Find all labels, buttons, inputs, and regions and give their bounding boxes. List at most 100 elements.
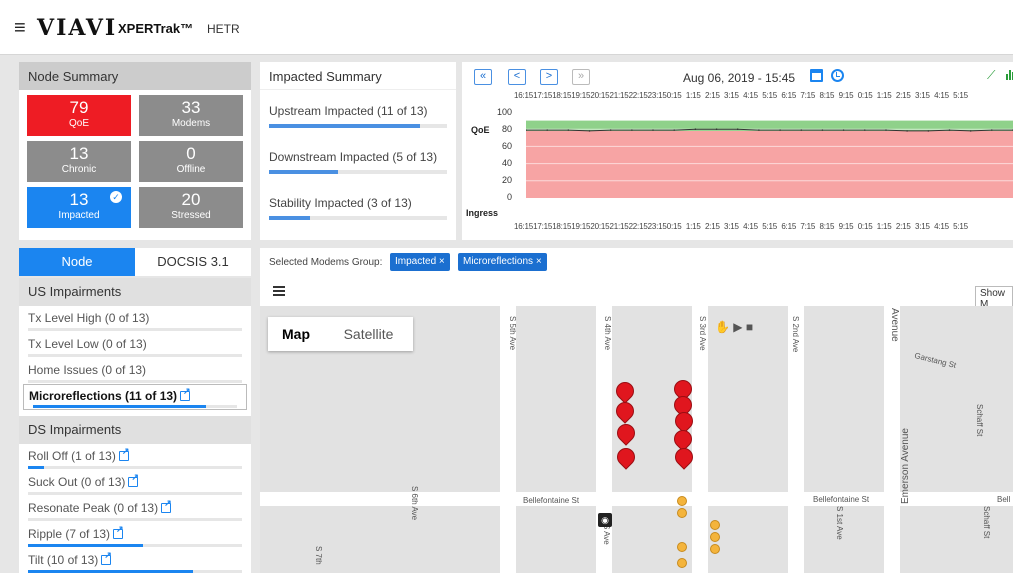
modem-dot[interactable] — [710, 544, 720, 554]
hour-tick-label: 4:15 — [934, 91, 949, 100]
chip-close-icon[interactable]: × — [439, 256, 445, 267]
impacted-summary-item[interactable]: Stability Impacted (3 of 13) — [269, 196, 447, 220]
qoe-point — [821, 129, 824, 131]
external-link-icon[interactable] — [113, 524, 124, 539]
hour-tick-label: 22:15 — [628, 222, 648, 231]
tile-label: Impacted — [58, 210, 100, 221]
previous-button[interactable]: < — [508, 69, 526, 85]
y-tick: 60 — [501, 141, 512, 151]
modem-dot[interactable] — [677, 542, 687, 552]
impairment-item[interactable]: Resonate Peak (0 of 13) — [19, 496, 251, 522]
summary-tile[interactable]: 13 Chronic — [27, 141, 131, 182]
progress-bar — [269, 216, 447, 220]
impairment-label: Tx Level Low (0 of 13) — [28, 337, 147, 351]
street-label: S Ave — [602, 524, 611, 545]
next-button[interactable]: > — [540, 69, 558, 85]
external-link-icon[interactable] — [101, 550, 112, 565]
street-label: Avenue — [889, 308, 900, 342]
impairment-item[interactable]: Microreflections (11 of 13) — [23, 384, 247, 410]
hour-tick-label: 21:15 — [609, 91, 629, 100]
y-tick: 0 — [506, 192, 512, 202]
impairment-label: Tilt (10 of 13) — [28, 553, 99, 567]
first-page-button[interactable]: « — [474, 69, 492, 85]
map-view[interactable]: Map Satellite ✋ ▶ ■ S 5th Ave S 4th Ave … — [260, 306, 1013, 573]
modem-dot[interactable] — [677, 496, 687, 506]
list-icon[interactable] — [273, 286, 285, 296]
external-link-icon[interactable] — [118, 446, 129, 461]
hour-tick-label: 1:15 — [876, 222, 892, 231]
qoe-point — [864, 129, 866, 131]
impairment-label: Ripple (7 of 13) — [28, 527, 111, 541]
hour-tick-label: 23:15 — [647, 222, 667, 231]
progress-bar — [28, 466, 242, 469]
y-tick: 40 — [501, 158, 512, 168]
street-label: S 2nd Ave — [791, 316, 800, 353]
tab-docsis-3-1[interactable]: DOCSIS 3.1 — [135, 248, 251, 276]
node-tower-icon[interactable]: ◉ — [598, 513, 612, 527]
qoe-point — [991, 129, 993, 131]
map-tab[interactable]: Map — [268, 317, 324, 351]
chip-microreflections[interactable]: Microreflections × — [458, 253, 547, 271]
impacted-summary-item[interactable]: Downstream Impacted (5 of 13) — [269, 150, 447, 174]
impacted-summary-title: Impacted Summary — [260, 62, 456, 90]
impairment-item[interactable]: Roll Off (1 of 13) — [19, 444, 251, 470]
impairment-item[interactable]: Ripple (7 of 13) — [19, 522, 251, 548]
modem-dot[interactable] — [710, 532, 720, 542]
summary-tile[interactable]: 20 Stressed — [139, 187, 243, 228]
calendar-icon[interactable] — [810, 69, 823, 82]
impairment-item[interactable]: Tilt (10 of 13) — [19, 548, 251, 573]
impairment-label: Roll Off (1 of 13) — [28, 449, 116, 463]
tab-node[interactable]: Node — [19, 248, 135, 276]
hamburger-menu-icon[interactable]: ≡ — [14, 17, 26, 40]
qoe-point — [885, 129, 887, 131]
top-bar: ≡ VIAVI XPERTrak™ HETR — [0, 0, 1013, 55]
modem-dot[interactable] — [710, 520, 720, 530]
satellite-tab[interactable]: Satellite — [324, 317, 413, 351]
modem-dot[interactable] — [677, 558, 687, 568]
qoe-point — [694, 128, 697, 130]
chip-close-icon[interactable]: × — [536, 256, 542, 267]
impairment-item[interactable]: Tx Level Low (0 of 13) — [19, 332, 251, 358]
clock-icon[interactable] — [831, 69, 844, 82]
line-chart-icon[interactable]: ⟋ — [987, 68, 995, 83]
summary-tile[interactable]: 13 Impacted ✓ — [27, 187, 131, 228]
external-link-icon[interactable] — [180, 386, 191, 401]
qoe-point — [948, 129, 951, 131]
hour-tick-label: 0:15 — [666, 222, 682, 231]
tile-label: Chronic — [61, 164, 97, 175]
street-label: S 3rd Ave — [698, 316, 707, 351]
impairment-label: Microreflections (11 of 13) — [29, 389, 178, 403]
impairment-item[interactable]: Home Issues (0 of 13) — [19, 358, 251, 384]
impairment-item[interactable]: Tx Level High (0 of 13) — [19, 306, 251, 332]
progress-bar — [28, 380, 242, 383]
impacted-summary-label: Upstream Impacted (11 of 13) — [269, 104, 428, 118]
bar-chart-icon[interactable] — [1006, 68, 1013, 80]
impacted-summary-item[interactable]: Upstream Impacted (11 of 13) — [269, 104, 447, 128]
external-link-icon[interactable] — [161, 498, 172, 513]
summary-tile[interactable]: 79 QoE — [27, 95, 131, 136]
summary-tile[interactable]: 0 Offline — [139, 141, 243, 182]
modem-dot[interactable] — [677, 508, 687, 518]
qoe-chart-panel: « < > » Aug 06, 2019 - 15:45 ⟋ 16:1517:1… — [462, 62, 1013, 240]
hour-tick-label: 6:15 — [781, 91, 797, 100]
chip-impacted[interactable]: Impacted × — [390, 253, 450, 271]
impairment-item[interactable]: Suck Out (0 of 13) — [19, 470, 251, 496]
hour-tick-label: 3:15 — [724, 91, 739, 100]
street-label: Schaff St — [982, 506, 991, 539]
impacted-summary-panel: Impacted Summary Upstream Impacted (11 o… — [260, 62, 456, 240]
hour-tick-label: 19:15 — [571, 91, 591, 100]
chip-label: Impacted — [395, 256, 437, 267]
last-page-button[interactable]: » — [572, 69, 590, 85]
impacted-summary-label: Stability Impacted (3 of 13) — [269, 196, 412, 210]
progress-bar — [269, 124, 447, 128]
hour-tick-label: 0:15 — [857, 222, 873, 231]
chart-date: Aug 06, 2019 - 15:45 — [683, 71, 796, 85]
viavi-logo: VIAVI — [37, 15, 118, 41]
street-label: S 1st Ave — [835, 506, 844, 540]
external-link-icon[interactable] — [128, 472, 139, 487]
qoe-point — [800, 129, 803, 131]
map-tools[interactable]: ✋ ▶ ■ — [715, 320, 753, 334]
hour-tick-label: 9:15 — [838, 222, 854, 231]
summary-tile[interactable]: 33 Modems — [139, 95, 243, 136]
progress-bar — [28, 518, 242, 521]
